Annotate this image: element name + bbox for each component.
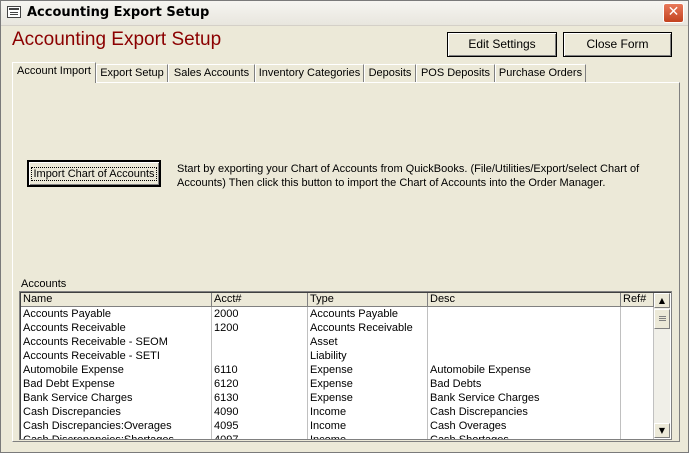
edit-settings-button[interactable]: Edit Settings	[447, 32, 557, 57]
cell-type[interactable]: Expense	[308, 363, 428, 377]
cell-name[interactable]: Cash Discrepancies:Overages	[21, 419, 212, 433]
cell-type[interactable]: Income	[308, 433, 428, 439]
cell-name[interactable]: Accounts Receivable - SEOM	[21, 335, 212, 349]
cell-acct[interactable]: 4097	[212, 433, 308, 439]
form-title: Accounting Export Setup	[12, 29, 222, 50]
cell-type[interactable]: Accounts Receivable	[308, 321, 428, 335]
cell-ref[interactable]	[621, 363, 654, 377]
cell-type[interactable]: Asset	[308, 335, 428, 349]
column-header-desc[interactable]: Desc	[428, 293, 621, 307]
table-row[interactable]: Accounts Receivable 1200 Accounts Receivab…	[21, 321, 654, 335]
table-row[interactable]: Accounts Receivable - SEOM Asset	[21, 335, 654, 349]
cell-desc[interactable]: Automobile Expense	[428, 363, 621, 377]
cell-acct[interactable]: 6130	[212, 391, 308, 405]
cell-name[interactable]: Accounts Payable	[21, 307, 212, 321]
tab-purchase-orders[interactable]: Purchase Orders	[495, 64, 586, 82]
tab-inventory-categories[interactable]: Inventory Categories	[255, 64, 364, 82]
cell-acct[interactable]: 6120	[212, 377, 308, 391]
import-instructions: Start by exporting your Chart of Account…	[177, 163, 640, 189]
close-form-button[interactable]: Close Form	[563, 32, 672, 57]
tab-account-import[interactable]: Account Import	[12, 62, 96, 83]
cell-name[interactable]: Automobile Expense	[21, 363, 212, 377]
table-row[interactable]: Cash Discrepancies 4090 Income Cash Discrep…	[21, 405, 654, 419]
cell-desc[interactable]: Bad Debts	[428, 377, 621, 391]
grid-rows: Accounts Payable 2000 Accounts Payable Acco…	[21, 307, 654, 439]
cell-type[interactable]: Income	[308, 405, 428, 419]
scroll-down-button[interactable]: ▼	[654, 423, 670, 438]
accounts-grid[interactable]: Name Acct# Type Desc Ref# Accounts Payab…	[19, 291, 672, 440]
cell-acct[interactable]: 1200	[212, 321, 308, 335]
cell-desc[interactable]: Bank Service Charges	[428, 391, 621, 405]
cell-desc[interactable]: Cash Overages	[428, 419, 621, 433]
column-header-ref[interactable]: Ref#	[621, 293, 654, 307]
tab-deposits[interactable]: Deposits	[364, 64, 416, 82]
cell-name[interactable]: Accounts Receivable	[21, 321, 212, 335]
cell-acct[interactable]: 4095	[212, 419, 308, 433]
import-chart-of-accounts-button[interactable]: Import Chart of Accounts	[27, 160, 161, 187]
tab-sales-accounts[interactable]: Sales Accounts	[168, 64, 255, 82]
cell-acct[interactable]	[212, 349, 308, 363]
cell-ref[interactable]	[621, 391, 654, 405]
tab-pos-deposits[interactable]: POS Deposits	[416, 64, 495, 82]
column-header-type[interactable]: Type	[308, 293, 428, 307]
column-header-name[interactable]: Name	[21, 293, 212, 307]
table-row[interactable]: Bank Service Charges 6130 Expense Bank Serv…	[21, 391, 654, 405]
table-row[interactable]: Bad Debt Expense 6120 Expense Bad Debts	[21, 377, 654, 391]
cell-name[interactable]: Cash Discrepancies	[21, 405, 212, 419]
table-row[interactable]: Accounts Payable 2000 Accounts Payable	[21, 307, 654, 321]
cell-ref[interactable]	[621, 335, 654, 349]
import-button-label: Import Chart of Accounts	[31, 167, 157, 181]
table-row[interactable]: Cash Discrepancies:Shortages 4097 Income Ca…	[21, 433, 654, 439]
close-icon: ✕	[667, 4, 680, 20]
cell-desc[interactable]	[428, 307, 621, 321]
scroll-up-button[interactable]: ▲	[654, 293, 670, 308]
cell-desc[interactable]: Cash Shortages	[428, 433, 621, 439]
table-row[interactable]: Automobile Expense 6110 Expense Automobile …	[21, 363, 654, 377]
cell-type[interactable]: Income	[308, 419, 428, 433]
cell-type[interactable]: Expense	[308, 391, 428, 405]
cell-type[interactable]: Expense	[308, 377, 428, 391]
cell-ref[interactable]	[621, 433, 654, 439]
window: Accounting Export Setup ✕ Accounting Exp…	[0, 0, 689, 453]
cell-acct[interactable]: 6110	[212, 363, 308, 377]
cell-ref[interactable]	[621, 321, 654, 335]
close-window-button[interactable]: ✕	[663, 3, 684, 23]
scroll-thumb[interactable]	[654, 309, 670, 329]
grid-scrollbar[interactable]: ▲ ▼	[654, 293, 670, 438]
cell-name[interactable]: Cash Discrepancies:Shortages	[21, 433, 212, 439]
cell-type[interactable]: Accounts Payable	[308, 307, 428, 321]
chevron-up-icon: ▲	[658, 296, 666, 305]
table-row[interactable]: Cash Discrepancies:Overages 4095 Income Cas…	[21, 419, 654, 433]
chevron-down-icon: ▼	[658, 426, 666, 435]
cell-desc[interactable]: Cash Discrepancies	[428, 405, 621, 419]
title-bar[interactable]: Accounting Export Setup ✕	[1, 1, 688, 26]
cell-desc[interactable]	[428, 349, 621, 363]
cell-ref[interactable]	[621, 419, 654, 433]
cell-desc[interactable]	[428, 321, 621, 335]
cell-name[interactable]: Accounts Receivable - SETI	[21, 349, 212, 363]
cell-desc[interactable]	[428, 335, 621, 349]
accounts-label: Accounts	[21, 278, 67, 290]
cell-acct[interactable]: 2000	[212, 307, 308, 321]
form-icon	[7, 6, 21, 18]
tab-export-setup[interactable]: Export Setup	[96, 64, 168, 82]
cell-name[interactable]: Bank Service Charges	[21, 391, 212, 405]
window-title: Accounting Export Setup	[27, 5, 210, 20]
cell-ref[interactable]	[621, 405, 654, 419]
cell-name[interactable]: Bad Debt Expense	[21, 377, 212, 391]
cell-ref[interactable]	[621, 377, 654, 391]
cell-ref[interactable]	[621, 307, 654, 321]
table-row[interactable]: Accounts Receivable - SETI Liability	[21, 349, 654, 363]
cell-type[interactable]: Liability	[308, 349, 428, 363]
column-header-acct[interactable]: Acct#	[212, 293, 308, 307]
cell-acct[interactable]: 4090	[212, 405, 308, 419]
cell-acct[interactable]	[212, 335, 308, 349]
grid-header: Name Acct# Type Desc Ref#	[21, 293, 654, 307]
cell-ref[interactable]	[621, 349, 654, 363]
